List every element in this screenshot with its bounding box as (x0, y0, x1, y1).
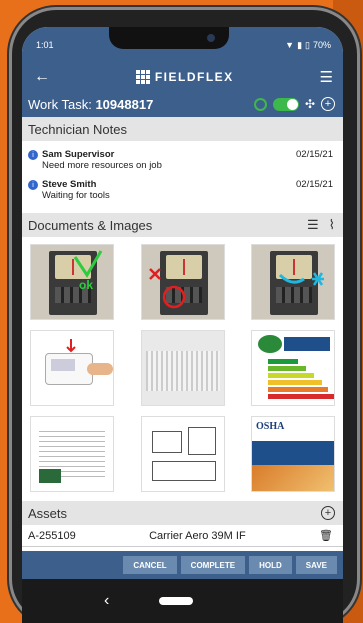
brand-grid-icon (135, 70, 150, 84)
add-circle-icon[interactable]: + (321, 97, 335, 111)
technician-notes-header: Technician Notes (22, 117, 343, 141)
notes-title: Technician Notes (28, 121, 127, 137)
android-nav-bar: ‹ (22, 579, 343, 623)
note-date: 02/15/21 (296, 179, 333, 190)
brand-name: FIELDFLEX (154, 70, 234, 84)
task-number: 10948817 (95, 96, 154, 112)
thermostat-photo-annotated-red[interactable] (140, 244, 225, 320)
svg-text:ok: ok (79, 278, 93, 292)
brand-logo: FIELDFLEX (135, 70, 234, 84)
app-header: ← FIELDFLEX ☰ (22, 63, 343, 91)
cancel-button[interactable]: CANCEL (123, 556, 177, 574)
image-gallery: ok OSHA (22, 237, 343, 499)
status-time: 1:01 (36, 40, 54, 50)
asset-id: A-255109 (28, 529, 76, 542)
list-view-icon[interactable]: ☰ (307, 217, 319, 233)
note-item[interactable]: i Steve Smith Waiting for tools 02/15/21 (28, 179, 333, 201)
complete-button[interactable]: COMPLETE (180, 556, 246, 574)
technical-drawing-document[interactable] (140, 416, 225, 492)
wifi-icon: ▼ (285, 40, 295, 50)
documents-header: Documents & Images ☰ ⌇ (22, 213, 343, 237)
note-date: 02/15/21 (296, 149, 333, 160)
timer-icon (253, 97, 267, 111)
assets-title: Assets (28, 505, 68, 521)
documents-title: Documents & Images (28, 217, 153, 233)
asset-row[interactable]: A-255109 Carrier Aero 39M IF 🗑 (22, 525, 343, 547)
note-author: Steve Smith (42, 179, 97, 190)
add-asset-icon[interactable]: + (321, 506, 335, 520)
battery-icon: ▯ (305, 39, 310, 50)
save-button[interactable]: SAVE (295, 556, 337, 574)
task-bar: Work Task: 10948817 ✣ + (22, 91, 343, 117)
note-text: Waiting for tools (42, 190, 110, 201)
camera-notch (109, 27, 230, 49)
thermostat-photo-annotated-green[interactable]: ok (30, 244, 114, 320)
asset-name: Carrier Aero 39M IF (149, 529, 246, 542)
home-pill-icon[interactable] (159, 597, 194, 605)
hold-button[interactable]: HOLD (249, 556, 292, 574)
note-author: Sam Supervisor (42, 149, 115, 160)
status-icons: ▼ ▮ ▯ 70% (285, 40, 331, 51)
notes-list: i Sam Supervisor Need more resources on … (22, 141, 343, 213)
info-icon: i (28, 180, 38, 190)
status-bar: 1:01 ▼ ▮ ▯ 70% (22, 27, 343, 63)
note-text: Need more resources on job (42, 160, 162, 171)
timer-toggle[interactable] (272, 97, 299, 111)
hvac-unit-photo[interactable] (140, 330, 225, 406)
app-screen: 1:01 ▼ ▮ ▯ 70% ← FIELDFLEX ☰ Work Task: … (22, 27, 343, 623)
task-tools: ✣ + (253, 97, 335, 111)
assets-header: Assets + (22, 501, 343, 525)
battery-level: 70% (312, 40, 331, 50)
signal-icon: ▮ (297, 39, 303, 50)
osha-guide-document[interactable]: OSHA (251, 416, 335, 492)
camera-icon (207, 34, 216, 42)
attach-icon[interactable]: ⌇ (329, 217, 335, 233)
energy-label-document[interactable] (251, 330, 335, 406)
note-item[interactable]: i Sam Supervisor Need more resources on … (28, 149, 333, 171)
thermostat-photo-annotated-blue[interactable] (251, 244, 335, 320)
hamburger-menu-icon[interactable]: ☰ (320, 68, 333, 86)
osha-logo: OSHA (256, 421, 285, 432)
info-icon: i (28, 150, 38, 160)
back-arrow-icon[interactable]: ← (34, 68, 50, 86)
trash-icon[interactable]: 🗑 (319, 529, 333, 542)
digital-thermostat-photo[interactable] (30, 330, 114, 406)
back-chevron-icon[interactable]: ‹ (104, 592, 109, 610)
task-label: Work Task: (28, 96, 92, 112)
product-data-document[interactable] (30, 416, 114, 492)
action-bar: CANCEL COMPLETE HOLD SAVE (22, 551, 343, 579)
move-icon[interactable]: ✣ (305, 97, 315, 111)
